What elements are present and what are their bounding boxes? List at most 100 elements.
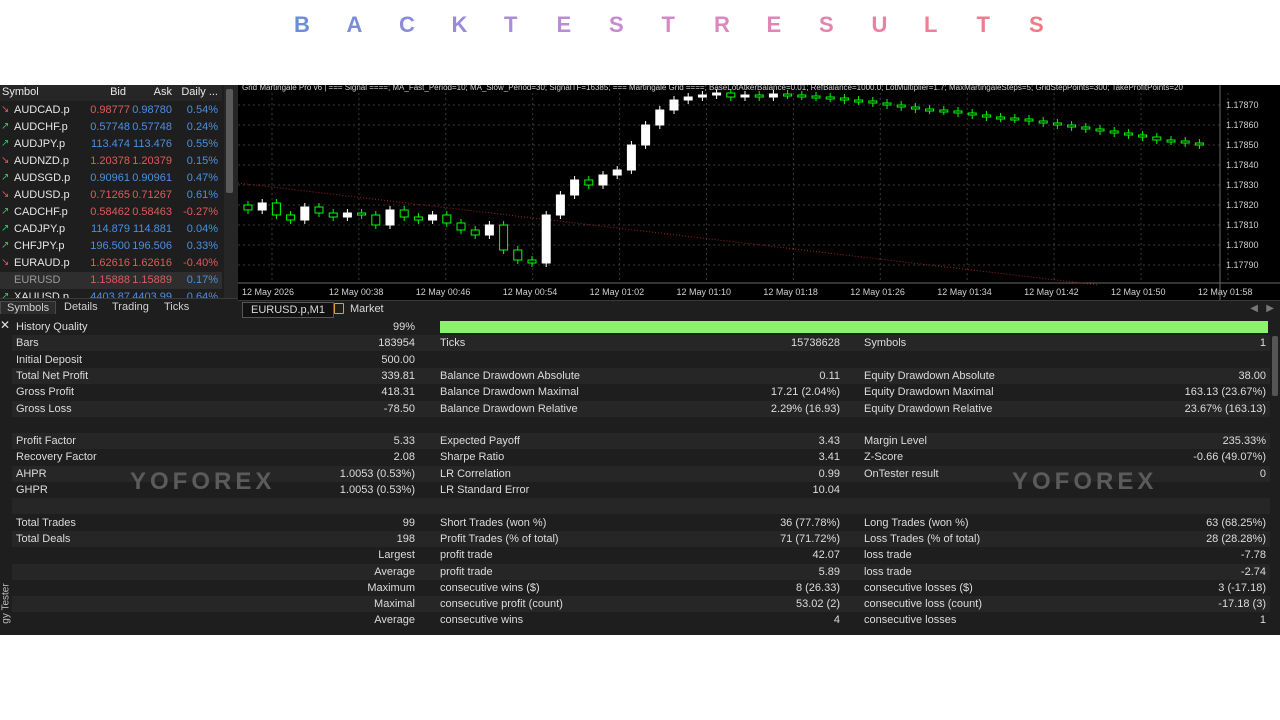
bid-price: 0.57748 — [90, 121, 130, 133]
symbol-name: AUDCAD.p — [14, 104, 70, 116]
results-row: Maximum consecutive wins ($) 8 (26.33) cons… — [12, 580, 1270, 596]
bid-price: 0.58462 — [90, 206, 130, 218]
price-chart[interactable]: 1.17870 1.17860 1.17850 1.17840 1.17830 1.178… — [238, 85, 1280, 300]
metric-label: Ticks — [440, 337, 466, 350]
arrow-up-icon: ↗ — [1, 121, 10, 132]
banner-letter: S — [819, 12, 834, 37]
col-bid[interactable]: Bid — [110, 86, 126, 98]
market-watch-row[interactable]: ↗ CADCHF.p 0.58462 0.58463 -0.27% — [0, 204, 222, 221]
candle-body — [314, 206, 324, 214]
metric-value: 36 (77.78%) — [780, 516, 840, 529]
results-row: Maximal consecutive profit (count) 53.02 (… — [12, 596, 1270, 613]
market-watch-row[interactable]: ↗ CADJPY.p 114.879 114.881 0.04% — [0, 221, 222, 238]
market-watch-row[interactable]: ↗ AUDCHF.p 0.57748 0.57748 0.24% — [0, 119, 222, 136]
strategy-tester-vertical-label: gy Tester — [0, 583, 12, 624]
results-row: Total Deals 198 Profit Trades (% of total)… — [12, 530, 1270, 547]
results-row: Gross Loss -78.50 Balance Drawdown Relativ… — [12, 400, 1270, 417]
results-row: Recovery Factor 2.08 Sharpe Ratio 3.41 Z-Sco… — [12, 449, 1270, 465]
banner-letter: R — [714, 12, 730, 37]
candle-body — [1138, 134, 1148, 138]
banner-letter: E — [556, 12, 572, 37]
candle-body — [1152, 136, 1162, 141]
market-watch-row[interactable]: ↘ AUDCAD.p 0.98777 0.98780 0.54% — [0, 102, 222, 119]
price-label: 1.17810 — [1226, 220, 1259, 230]
scrollbar-thumb[interactable] — [226, 89, 233, 193]
time-label: 12 May 01:10 — [677, 287, 732, 297]
metric-label: consecutive wins — [440, 614, 524, 627]
bid-price: 0.98777 — [90, 104, 130, 116]
metric-value: -78.50 — [383, 402, 415, 415]
close-icon[interactable]: ✕ — [0, 318, 10, 332]
metric-value: Average — [374, 565, 415, 578]
market-watch-row[interactable]: ↗ CHFJPY.p 196.500 196.506 0.33% — [0, 238, 222, 255]
metric-label: Total Net Profit — [16, 369, 89, 382]
market-watch-row[interactable]: EURUSD 1.15888 1.15889 0.17% — [0, 272, 222, 289]
tab-eurusd-m1[interactable]: EURUSD.p,M1 — [242, 302, 334, 318]
metric-label: OnTester result — [864, 467, 939, 480]
arrow-up-icon: ↗ — [1, 206, 10, 217]
market-watch-row[interactable]: ↗ AUDJPY.p 113.474 113.476 0.55% — [0, 136, 222, 153]
metric-label: Equity Drawdown Relative — [864, 402, 993, 415]
metric-label: Sharpe Ratio — [440, 451, 505, 464]
col-daily-change[interactable]: Daily ... — [181, 86, 218, 98]
tab-symbols[interactable]: Symbols — [0, 301, 57, 314]
bid-price: 114.879 — [91, 223, 130, 235]
tab-ticks[interactable]: Ticks — [158, 301, 195, 313]
market-watch-row[interactable]: ↘ AUDNZD.p 1.20378 1.20379 0.15% — [0, 153, 222, 170]
metric-value: Average — [374, 614, 415, 627]
metric-label: Recovery Factor — [16, 451, 97, 464]
col-ask[interactable]: Ask — [154, 86, 172, 98]
metric-label: loss trade — [864, 549, 912, 562]
chevron-right-icon[interactable]: ▶ — [1266, 303, 1274, 314]
tab-trading[interactable]: Trading — [106, 301, 155, 313]
candle-body — [669, 99, 679, 111]
candle-body — [953, 110, 963, 114]
candle-body — [981, 114, 991, 118]
metric-value: 2.08 — [393, 451, 415, 464]
tab-market[interactable]: Market — [342, 302, 392, 316]
candle-body — [854, 99, 864, 103]
metric-label: Loss Trades (% of total) — [864, 532, 981, 545]
metric-label: AHPR — [16, 467, 47, 480]
candle-body — [697, 94, 707, 98]
tab-details[interactable]: Details — [58, 301, 104, 313]
candle-body — [896, 104, 906, 108]
candle-body — [825, 96, 835, 100]
banner-letter: S — [1029, 12, 1044, 37]
backtest-results-banner: BACKTESTRESULTS — [0, 0, 1280, 52]
symbol-name: AUDUSD.p — [14, 189, 70, 201]
market-watch-row[interactable]: ↗ AUDSGD.p 0.90961 0.90961 0.47% — [0, 170, 222, 187]
candle-body — [271, 202, 281, 216]
metric-value: 15738628 — [791, 337, 840, 350]
bid-price: 113.474 — [91, 138, 130, 150]
metric-value: 2.29% (16.93) — [770, 402, 840, 415]
bid-price: 1.62616 — [90, 257, 130, 269]
chart-canvas[interactable]: 1.17870 1.17860 1.17850 1.17840 1.17830 1.178… — [238, 85, 1280, 300]
candle-body — [641, 124, 651, 146]
price-label: 1.17790 — [1226, 260, 1259, 270]
bid-price: 1.15888 — [90, 274, 130, 286]
metric-label: Expected Payoff — [440, 435, 520, 448]
metric-label: Margin Level — [864, 435, 927, 448]
metric-value: 63 (68.25%) — [1206, 516, 1266, 529]
metric-label: consecutive losses — [864, 614, 957, 627]
ask-price: 0.71267 — [132, 189, 172, 201]
metric-value: 1.0053 (0.53%) — [339, 467, 415, 480]
daily-change: 0.17% — [186, 274, 218, 286]
market-watch-row[interactable]: ↘ AUDUSD.p 0.71265 0.71267 0.61% — [0, 187, 222, 204]
col-symbol[interactable]: Symbol — [2, 86, 39, 98]
market-watch-scrollbar[interactable] — [224, 85, 238, 298]
metric-value: 3.41 — [818, 451, 840, 464]
chevron-left-icon[interactable]: ◀ — [1250, 303, 1258, 314]
results-scrollbar[interactable] — [1272, 336, 1278, 396]
candle-body — [939, 109, 949, 113]
arrow-down-icon: ↘ — [1, 189, 10, 200]
daily-change: 0.04% — [186, 223, 218, 235]
banner-letter: C — [399, 12, 415, 37]
metric-value: 38.00 — [1238, 369, 1266, 382]
results-row: Total Net Profit 339.81 Balance Drawdown A… — [12, 367, 1270, 384]
ask-price: 0.58463 — [132, 206, 172, 218]
metric-label: Initial Deposit — [16, 353, 83, 366]
metric-value: Maximal — [374, 598, 415, 611]
market-watch-row[interactable]: ↘ EURAUD.p 1.62616 1.62616 -0.40% — [0, 255, 222, 272]
